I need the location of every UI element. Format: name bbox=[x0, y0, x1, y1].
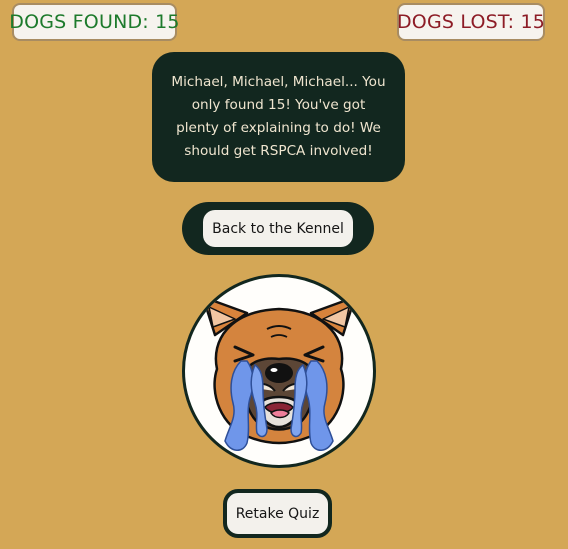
crying-dog-image bbox=[182, 274, 376, 468]
back-to-kennel-button[interactable]: Back to the Kennel bbox=[203, 210, 353, 247]
back-to-kennel-container: Back to the Kennel bbox=[182, 202, 374, 255]
quiz-result-screen: DOGS FOUND: 15 DOGS LOST: 15 Michael, Mi… bbox=[0, 0, 568, 549]
dogs-found-counter: DOGS FOUND: 15 bbox=[9, 3, 180, 41]
dogs-lost-counter: DOGS LOST: 15 bbox=[397, 3, 545, 41]
result-message-box: Michael, Michael, Michael... You only fo… bbox=[152, 52, 405, 182]
dogs-lost-label: DOGS LOST: 15 bbox=[396, 11, 546, 33]
result-message: Michael, Michael, Michael... You only fo… bbox=[171, 74, 386, 159]
dogs-found-label: DOGS FOUND: 15 bbox=[9, 11, 180, 33]
crying-dog-icon bbox=[201, 295, 357, 451]
retake-quiz-button[interactable]: Retake Quiz bbox=[223, 489, 332, 538]
